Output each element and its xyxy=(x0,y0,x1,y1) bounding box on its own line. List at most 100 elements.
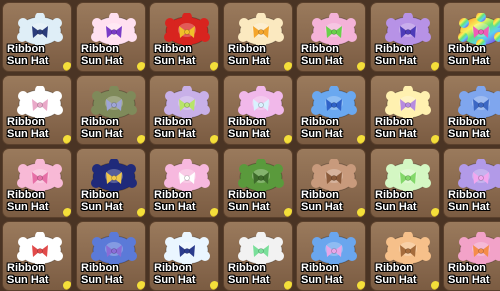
item-name: Ribbon Sun Hat xyxy=(375,189,417,213)
ribbon-sun-hat-icon xyxy=(164,232,210,266)
item-tile[interactable]: Ribbon Sun Hat xyxy=(443,2,500,72)
ribbon-sun-hat-icon xyxy=(385,13,431,47)
item-name-line1: Ribbon xyxy=(154,116,192,128)
ribbon-sun-hat-icon xyxy=(385,159,431,193)
item-name: Ribbon Sun Hat xyxy=(81,262,123,286)
item-name: Ribbon Sun Hat xyxy=(228,189,270,213)
item-name: Ribbon Sun Hat xyxy=(7,43,49,67)
inventory-grid: Ribbon Sun Hat Ribbon Sun Hat Ribbon Sun Hat R… xyxy=(0,0,500,291)
item-tile[interactable]: Ribbon Sun Hat xyxy=(296,2,366,72)
item-name: Ribbon Sun Hat xyxy=(228,43,270,67)
item-tile[interactable]: Ribbon Sun Hat xyxy=(370,2,440,72)
item-name: Ribbon Sun Hat xyxy=(228,116,270,140)
item-name-line1: Ribbon xyxy=(228,43,266,55)
ribbon-sun-hat-icon xyxy=(311,86,357,120)
coin-icon xyxy=(210,62,218,71)
item-name: Ribbon Sun Hat xyxy=(81,43,123,67)
item-tile[interactable]: Ribbon Sun Hat xyxy=(296,221,366,291)
item-name-line1: Ribbon xyxy=(154,189,192,201)
item-tile[interactable]: Ribbon Sun Hat xyxy=(149,2,219,72)
item-name-line2: Sun Hat xyxy=(7,128,49,140)
item-tile[interactable]: Ribbon Sun Hat xyxy=(76,2,146,72)
item-name: Ribbon Sun Hat xyxy=(228,262,270,286)
coin-icon xyxy=(137,208,145,217)
item-name: Ribbon Sun Hat xyxy=(154,43,196,67)
item-name-line2: Sun Hat xyxy=(154,201,196,213)
item-name: Ribbon Sun Hat xyxy=(448,262,490,286)
item-tile[interactable]: Ribbon Sun Hat xyxy=(296,75,366,145)
item-name-line1: Ribbon xyxy=(7,43,45,55)
item-name-line2: Sun Hat xyxy=(228,128,270,140)
item-name-line2: Sun Hat xyxy=(228,274,270,286)
item-tile[interactable]: Ribbon Sun Hat xyxy=(76,75,146,145)
coin-icon xyxy=(284,208,292,217)
ribbon-sun-hat-icon xyxy=(311,13,357,47)
item-tile[interactable]: Ribbon Sun Hat xyxy=(223,221,293,291)
ribbon-sun-hat-icon xyxy=(164,86,210,120)
item-tile[interactable]: Ribbon Sun Hat xyxy=(370,75,440,145)
coin-icon xyxy=(284,62,292,71)
item-tile[interactable]: Ribbon Sun Hat xyxy=(2,148,72,218)
item-name-line2: Sun Hat xyxy=(81,274,123,286)
item-name-line2: Sun Hat xyxy=(7,201,49,213)
item-name-line1: Ribbon xyxy=(301,116,339,128)
item-tile[interactable]: Ribbon Sun Hat xyxy=(223,2,293,72)
item-tile[interactable]: Ribbon Sun Hat xyxy=(76,148,146,218)
item-name: Ribbon Sun Hat xyxy=(7,262,49,286)
item-name-line2: Sun Hat xyxy=(228,201,270,213)
coin-icon xyxy=(357,62,365,71)
item-tile[interactable]: Ribbon Sun Hat xyxy=(296,148,366,218)
item-tile[interactable]: Ribbon Sun Hat xyxy=(223,75,293,145)
item-tile[interactable]: Ribbon Sun Hat xyxy=(2,75,72,145)
ribbon-sun-hat-icon xyxy=(91,86,137,120)
item-name: Ribbon Sun Hat xyxy=(7,189,49,213)
item-tile[interactable]: Ribbon Sun Hat xyxy=(443,148,500,218)
ribbon-sun-hat-icon xyxy=(17,159,63,193)
ribbon-sun-hat-icon xyxy=(17,86,63,120)
item-name-line1: Ribbon xyxy=(154,262,192,274)
ribbon-sun-hat-icon xyxy=(91,232,137,266)
item-name-line2: Sun Hat xyxy=(154,128,196,140)
item-tile[interactable]: Ribbon Sun Hat xyxy=(149,148,219,218)
item-name-line1: Ribbon xyxy=(81,43,119,55)
item-tile[interactable]: Ribbon Sun Hat xyxy=(149,221,219,291)
item-tile[interactable]: Ribbon Sun Hat xyxy=(2,2,72,72)
item-name: Ribbon Sun Hat xyxy=(448,43,490,67)
item-name-line1: Ribbon xyxy=(375,43,413,55)
item-name-line1: Ribbon xyxy=(7,189,45,201)
item-name: Ribbon Sun Hat xyxy=(375,262,417,286)
item-name-line1: Ribbon xyxy=(448,116,486,128)
item-name-line2: Sun Hat xyxy=(7,274,49,286)
item-tile[interactable]: Ribbon Sun Hat xyxy=(370,221,440,291)
item-name-line1: Ribbon xyxy=(228,262,266,274)
item-name: Ribbon Sun Hat xyxy=(448,189,490,213)
coin-icon xyxy=(431,208,439,217)
item-name-line2: Sun Hat xyxy=(154,55,196,67)
ribbon-sun-hat-icon xyxy=(238,232,284,266)
coin-icon xyxy=(137,135,145,144)
coin-icon xyxy=(63,208,71,217)
item-tile[interactable]: Ribbon Sun Hat xyxy=(76,221,146,291)
item-name: Ribbon Sun Hat xyxy=(301,189,343,213)
item-tile[interactable]: Ribbon Sun Hat xyxy=(149,75,219,145)
item-tile[interactable]: Ribbon Sun Hat xyxy=(443,221,500,291)
ribbon-sun-hat-icon xyxy=(17,13,63,47)
item-name-line2: Sun Hat xyxy=(375,201,417,213)
item-name-line1: Ribbon xyxy=(228,189,266,201)
item-name: Ribbon Sun Hat xyxy=(154,262,196,286)
ribbon-sun-hat-icon xyxy=(164,159,210,193)
coin-icon xyxy=(63,62,71,71)
coin-icon xyxy=(137,281,145,290)
item-name-line2: Sun Hat xyxy=(154,274,196,286)
coin-icon xyxy=(284,135,292,144)
item-tile[interactable]: Ribbon Sun Hat xyxy=(2,221,72,291)
item-tile[interactable]: Ribbon Sun Hat xyxy=(370,148,440,218)
item-name-line2: Sun Hat xyxy=(301,274,343,286)
item-name-line2: Sun Hat xyxy=(448,128,490,140)
item-name-line2: Sun Hat xyxy=(81,201,123,213)
coin-icon xyxy=(431,62,439,71)
coin-icon xyxy=(63,281,71,290)
item-tile[interactable]: Ribbon Sun Hat xyxy=(443,75,500,145)
item-tile[interactable]: Ribbon Sun Hat xyxy=(223,148,293,218)
item-name-line2: Sun Hat xyxy=(81,128,123,140)
